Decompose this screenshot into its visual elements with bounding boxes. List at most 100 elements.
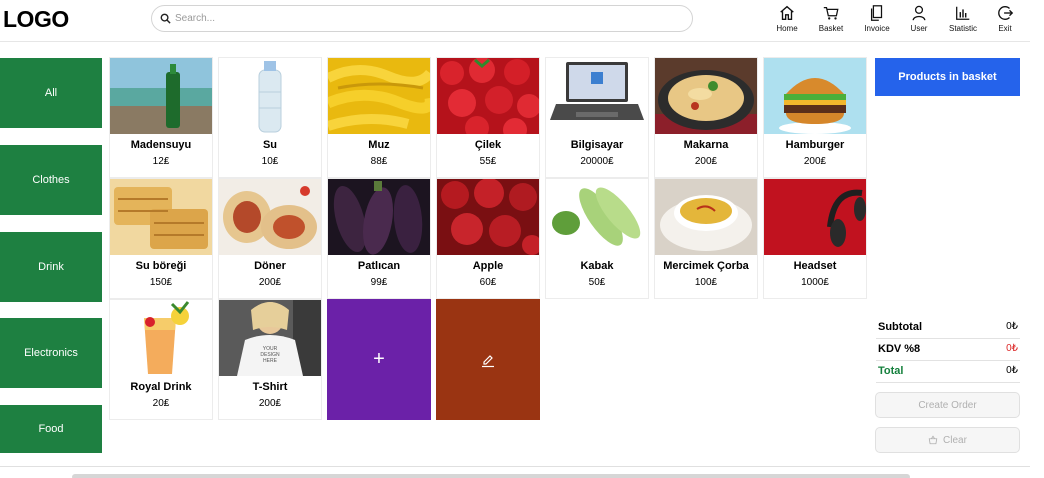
kdv-row: KDV %8 0₺ [876, 339, 1020, 361]
product-card-doner[interactable]: Döner 200₤ [218, 178, 322, 299]
total-value: 0₺ [1006, 365, 1018, 376]
product-image [219, 179, 321, 255]
edit-icon [482, 354, 494, 367]
divider [0, 466, 1030, 467]
product-card-makarna[interactable]: Makarna 200₤ [654, 57, 758, 178]
nav-statistic-label: Statistic [948, 24, 977, 33]
products-in-basket-button[interactable]: Products in basket [875, 58, 1020, 96]
product-price: 1000₤ [801, 277, 829, 288]
product-price: 20000₤ [580, 156, 614, 167]
category-electronics[interactable]: Electronics [0, 318, 102, 388]
product-card-su[interactable]: Su 10₤ [218, 57, 322, 178]
subtotal-value: 0₺ [1006, 321, 1018, 332]
category-drink[interactable]: Drink [0, 232, 102, 302]
product-image [328, 58, 430, 134]
category-label: Clothes [32, 174, 70, 186]
product-image: YOUR DESIGN HERE [219, 300, 321, 376]
product-image [328, 179, 430, 255]
product-image [110, 58, 212, 134]
product-image [437, 58, 539, 134]
product-card-headset[interactable]: Headset 1000₤ [763, 178, 867, 299]
product-card-mercimek-corba[interactable]: Mercimek Çorba 100₤ [654, 178, 758, 299]
product-card-royal-drink[interactable]: Royal Drink 20₤ [109, 299, 213, 420]
category-food[interactable]: Food [0, 405, 102, 453]
nav-home-label: Home [776, 24, 798, 33]
product-price: 20₤ [152, 398, 170, 409]
home-icon [780, 5, 794, 20]
category-label: Food [38, 423, 64, 435]
category-all[interactable]: All [0, 58, 102, 128]
product-name: Headset [793, 260, 837, 272]
horizontal-scrollbar[interactable] [72, 474, 910, 478]
product-card-muz[interactable]: Muz 88₤ [327, 57, 431, 178]
user-icon [912, 5, 926, 21]
product-name: Çilek [474, 139, 502, 151]
product-card-madensuyu[interactable]: Madensuyu 12₤ [109, 57, 213, 178]
product-card-bilgisayar[interactable]: Bilgisayar 20000₤ [545, 57, 649, 178]
product-image [655, 179, 757, 255]
product-card-patlican[interactable]: Patlıcan 99₤ [327, 178, 431, 299]
search-bar[interactable] [151, 5, 693, 32]
kdv-label: KDV %8 [878, 343, 921, 355]
cart-icon [823, 6, 839, 20]
product-card-su-boregi[interactable]: Su böreği 150₤ [109, 178, 213, 299]
product-name: Mercimek Çorba [663, 260, 749, 272]
product-price: 50₤ [588, 277, 606, 288]
nav-exit[interactable]: Exit [980, 4, 1030, 33]
invoice-icon [870, 5, 883, 21]
product-price: 55₤ [479, 156, 497, 167]
nav-user[interactable]: User [894, 4, 944, 33]
product-price: 12₤ [152, 156, 170, 167]
add-product-button[interactable]: + [327, 299, 431, 420]
product-price: 200₤ [803, 156, 827, 167]
product-image [764, 58, 866, 134]
product-price: 60₤ [479, 277, 497, 288]
product-image [437, 179, 539, 255]
nav-home[interactable]: Home [762, 4, 812, 33]
product-card-hamburger[interactable]: Hamburger 200₤ [763, 57, 867, 178]
category-clothes[interactable]: Clothes [0, 145, 102, 215]
search-input[interactable] [175, 13, 675, 24]
plus-icon: + [373, 348, 385, 370]
product-price: 99₤ [370, 277, 388, 288]
nav-user-label: User [910, 24, 928, 33]
product-name: Makarna [683, 139, 729, 151]
product-image [764, 179, 866, 255]
product-image [110, 179, 212, 255]
product-price: 88₤ [370, 156, 388, 167]
product-card-t-shirt[interactable]: YOUR DESIGN HERE T-Shirt 200₤ [218, 299, 322, 420]
product-name: Apple [472, 260, 504, 272]
create-order-button[interactable]: Create Order [875, 392, 1020, 418]
nav-basket-label: Basket [818, 24, 844, 33]
clear-label: Clear [943, 434, 967, 446]
product-card-apple[interactable]: Apple 60₤ [436, 178, 540, 299]
product-price: 100₤ [694, 277, 718, 288]
product-name: Madensuyu [130, 139, 192, 151]
total-row: Total 0₺ [876, 361, 1020, 383]
product-name: Royal Drink [130, 381, 192, 393]
category-label: Electronics [24, 347, 78, 359]
product-name: Kabak [580, 260, 614, 272]
product-price: 200₤ [258, 277, 282, 288]
product-name: Patlıcan [357, 260, 401, 272]
product-price: 200₤ [258, 398, 282, 409]
category-label: Drink [38, 261, 64, 273]
search-icon [160, 13, 171, 24]
product-name: Bilgisayar [570, 139, 624, 151]
product-name: T-Shirt [252, 381, 288, 393]
nav-invoice-label: Invoice [864, 24, 890, 33]
tshirt-print-line: HERE [263, 358, 278, 364]
product-image [655, 58, 757, 134]
product-image [110, 300, 212, 376]
logo[interactable]: LOGO [3, 6, 69, 33]
category-label: All [44, 87, 58, 99]
product-price: 200₤ [694, 156, 718, 167]
nav-basket[interactable]: Basket [806, 4, 856, 33]
product-image [546, 58, 648, 134]
nav-exit-label: Exit [998, 24, 1012, 33]
product-card-cilek[interactable]: Çilek 55₤ [436, 57, 540, 178]
basket-icon [928, 435, 938, 445]
clear-button[interactable]: Clear [875, 427, 1020, 453]
edit-products-button[interactable] [436, 299, 540, 420]
product-card-kabak[interactable]: Kabak 50₤ [545, 178, 649, 299]
